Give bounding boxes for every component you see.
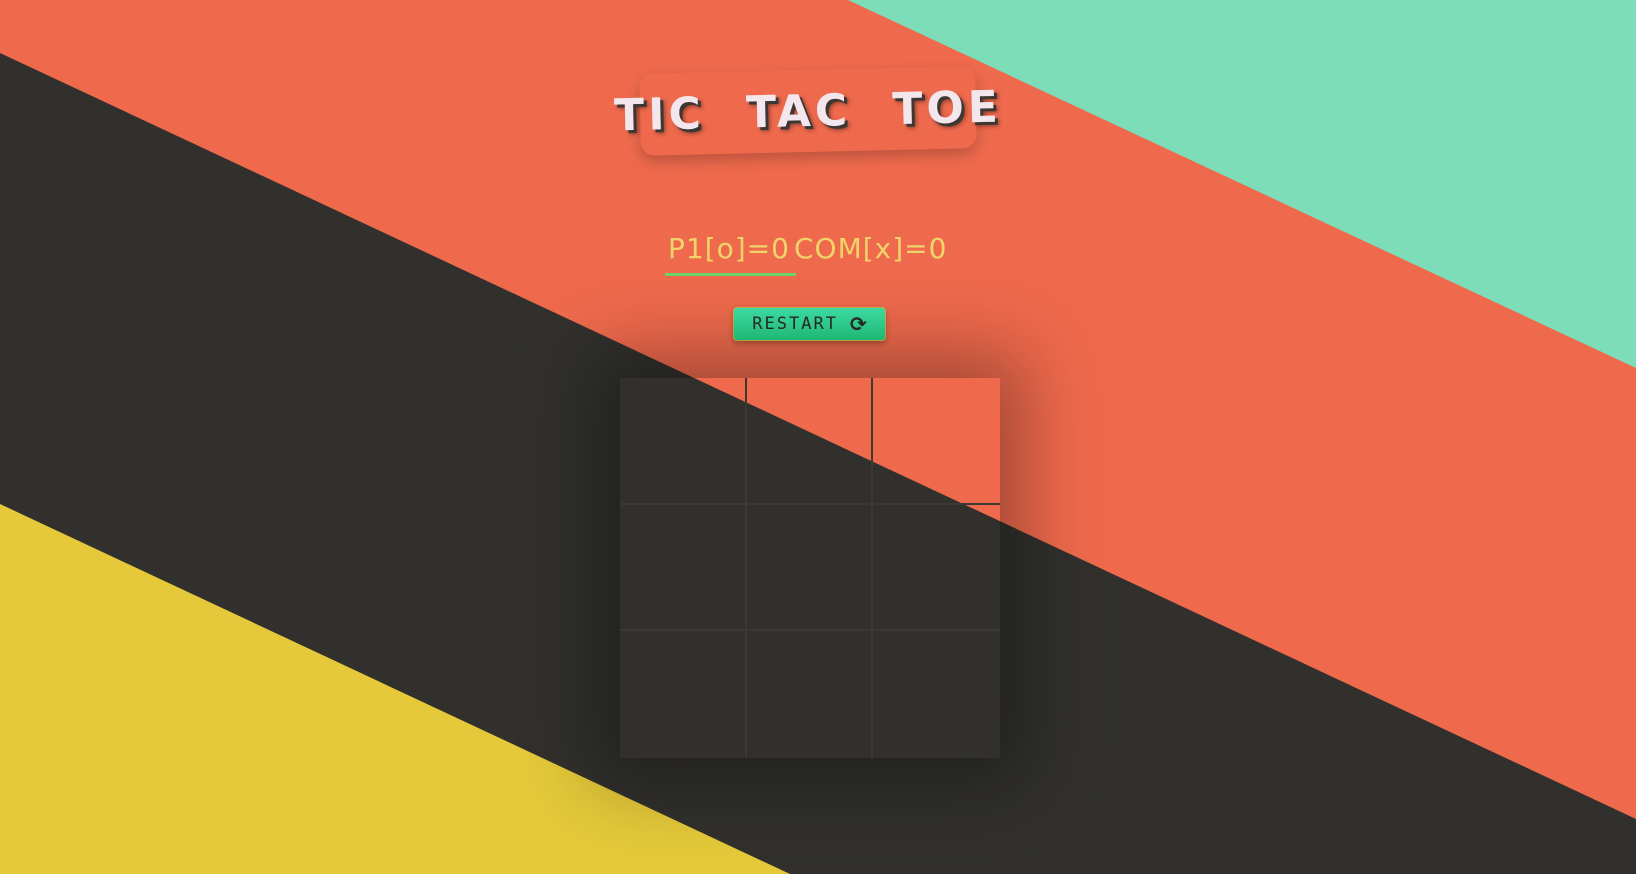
- game-screen: TIC TAC TOE P1[o]=0 COM[x]=0 RESTART ⟳: [0, 0, 1636, 874]
- board-cell[interactable]: [620, 504, 747, 632]
- restart-label: RESTART: [752, 314, 838, 334]
- board-cell[interactable]: [873, 631, 1000, 758]
- player-score: P1[o]=0: [668, 232, 790, 265]
- refresh-icon: ⟳: [849, 312, 867, 336]
- game-title: TIC TAC TOE: [613, 81, 1003, 141]
- restart-button[interactable]: RESTART ⟳: [733, 307, 886, 341]
- board-cell[interactable]: [620, 631, 747, 758]
- board-cell[interactable]: [746, 504, 874, 632]
- board-cell[interactable]: [873, 505, 1000, 632]
- computer-score: COM[x]=0: [794, 232, 948, 265]
- board-cell[interactable]: [873, 378, 1000, 505]
- board-cell[interactable]: [620, 378, 747, 505]
- scoreboard: P1[o]=0 COM[x]=0: [640, 226, 960, 276]
- game-board: [620, 378, 1000, 758]
- board-cell[interactable]: [747, 631, 874, 758]
- board-cell[interactable]: [746, 378, 874, 505]
- active-player-underline: [665, 273, 796, 276]
- title-banner: TIC TAC TOE: [614, 66, 1002, 156]
